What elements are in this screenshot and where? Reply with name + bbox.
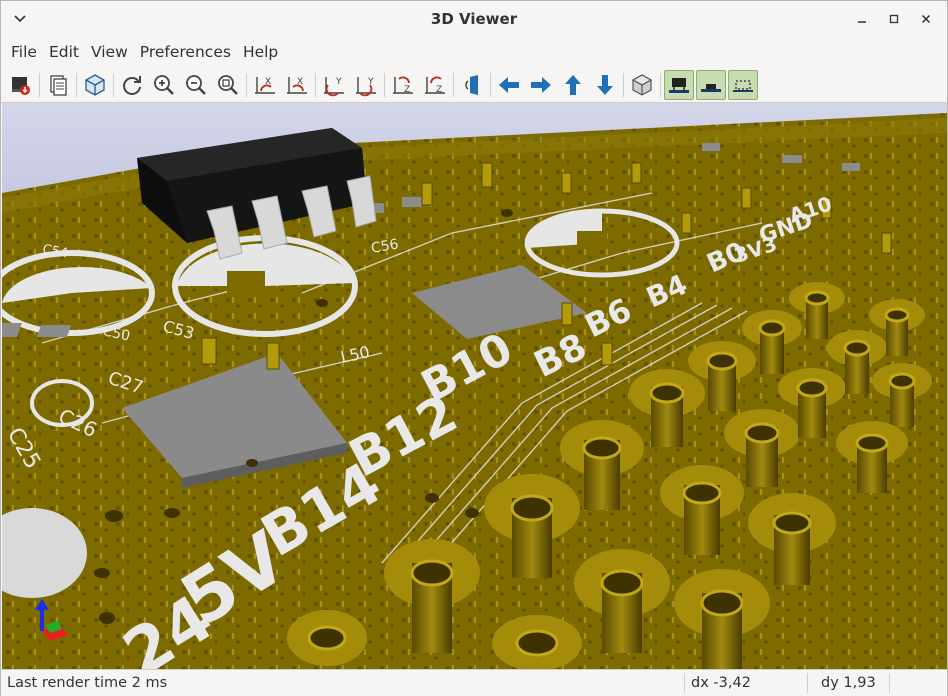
- rotate-z-cw-icon: Z: [425, 76, 445, 95]
- render-time-status: Last render time 2 ms: [7, 675, 168, 691]
- close-button[interactable]: [915, 8, 937, 30]
- zoom-out-icon: [186, 74, 206, 95]
- svg-text:Z: Z: [404, 85, 410, 95]
- copy-to-clipboard-button[interactable]: [42, 69, 74, 101]
- close-icon: [921, 14, 931, 24]
- rotate-x-cw-icon: X: [287, 76, 307, 94]
- toolbar-separator: [660, 72, 661, 97]
- arrow-left-icon: [499, 76, 519, 93]
- ortho-projection-button[interactable]: [626, 69, 658, 101]
- minimize-button[interactable]: [851, 8, 873, 30]
- zoom-in-icon: [154, 74, 174, 95]
- arrow-right-icon: [531, 76, 551, 93]
- toolbar-separator: [39, 72, 40, 97]
- zoom-fit-button[interactable]: [212, 69, 244, 101]
- toolbar-separator: [490, 72, 491, 97]
- arrow-down-icon: [597, 74, 613, 95]
- status-separator: [684, 673, 685, 693]
- pcb-3d-scene: B10 B12 B14 5V 24 B8 B6 B4 B0 C56 C53 L5…: [2, 103, 947, 669]
- svg-text:Y: Y: [335, 77, 342, 87]
- arrow-up-icon: [565, 74, 581, 95]
- rotate-x-cw-button[interactable]: X: [281, 69, 313, 101]
- menu-preferences[interactable]: Preferences: [134, 43, 237, 61]
- maximize-icon: [889, 14, 899, 24]
- menu-bar: File Edit View Preferences Help: [1, 37, 947, 67]
- flip-board-button[interactable]: [456, 69, 488, 101]
- rotate-y-cw-button[interactable]: Y: [350, 69, 382, 101]
- toolbar-separator: [315, 72, 316, 97]
- rotate-y-ccw-button[interactable]: Y: [318, 69, 350, 101]
- flip-board-icon: [465, 74, 478, 95]
- chevron-down-icon: [14, 15, 26, 23]
- status-bar: Last render time 2 ms dx -3,42 dy 1,93: [1, 669, 947, 696]
- zoom-out-button[interactable]: [180, 69, 212, 101]
- rotate-x-ccw-icon: X: [255, 76, 275, 94]
- menu-help[interactable]: Help: [237, 43, 284, 61]
- show-tht-toggle[interactable]: [664, 69, 694, 100]
- window-menu-button[interactable]: [11, 10, 29, 28]
- title-bar: 3D Viewer: [1, 1, 947, 37]
- show-virtual-icon: [733, 79, 753, 92]
- dy-readout: dy 1,93: [821, 675, 876, 691]
- 3d-viewport[interactable]: B10 B12 B14 5V 24 B8 B6 B4 B0 C56 C53 L5…: [2, 103, 947, 669]
- rotate-y-ccw-icon: Y: [324, 76, 344, 96]
- show-tht-icon: [669, 77, 689, 93]
- reload-button[interactable]: [116, 69, 148, 101]
- toolbar-separator: [453, 72, 454, 97]
- show-smd-toggle[interactable]: [696, 69, 726, 100]
- toolbar: X X Y Y Z Z: [1, 67, 947, 103]
- board-3d-button[interactable]: [79, 69, 111, 101]
- menu-edit[interactable]: Edit: [43, 43, 85, 61]
- rotate-y-cw-icon: Y: [356, 76, 376, 96]
- rotate-x-ccw-button[interactable]: X: [249, 69, 281, 101]
- copy-to-clipboard-icon: [50, 74, 67, 96]
- toolbar-separator: [76, 72, 77, 97]
- menu-view[interactable]: View: [85, 43, 134, 61]
- zoom-in-button[interactable]: [148, 69, 180, 101]
- show-smd-icon: [701, 83, 721, 92]
- rotate-z-cw-button[interactable]: Z: [419, 69, 451, 101]
- show-virtual-toggle[interactable]: [728, 69, 758, 100]
- app-window: 3D Viewer File Edit View Preferences Hel…: [0, 0, 948, 696]
- toolbar-separator: [113, 72, 114, 97]
- status-separator: [807, 673, 808, 693]
- maximize-button[interactable]: [883, 8, 905, 30]
- minimize-icon: [858, 21, 866, 23]
- render-raytrace-icon: [12, 76, 30, 95]
- rotate-z-ccw-button[interactable]: Z: [387, 69, 419, 101]
- svg-text:Z: Z: [436, 85, 442, 95]
- reload-icon: [123, 75, 141, 95]
- toolbar-separator: [246, 72, 247, 97]
- move-up-button[interactable]: [557, 69, 589, 101]
- status-separator: [889, 673, 890, 693]
- move-right-button[interactable]: [525, 69, 557, 101]
- move-left-button[interactable]: [493, 69, 525, 101]
- board-3d-icon: [85, 73, 105, 96]
- rotate-z-ccw-icon: Z: [393, 76, 413, 95]
- ortho-projection-icon: [631, 73, 653, 96]
- menu-file[interactable]: File: [5, 43, 43, 61]
- toolbar-separator: [384, 72, 385, 97]
- render-raytrace-button[interactable]: [5, 69, 37, 101]
- move-down-button[interactable]: [589, 69, 621, 101]
- dx-readout: dx -3,42: [691, 675, 751, 691]
- toolbar-separator: [623, 72, 624, 97]
- window-title: 3D Viewer: [430, 10, 518, 28]
- zoom-fit-icon: [218, 74, 238, 95]
